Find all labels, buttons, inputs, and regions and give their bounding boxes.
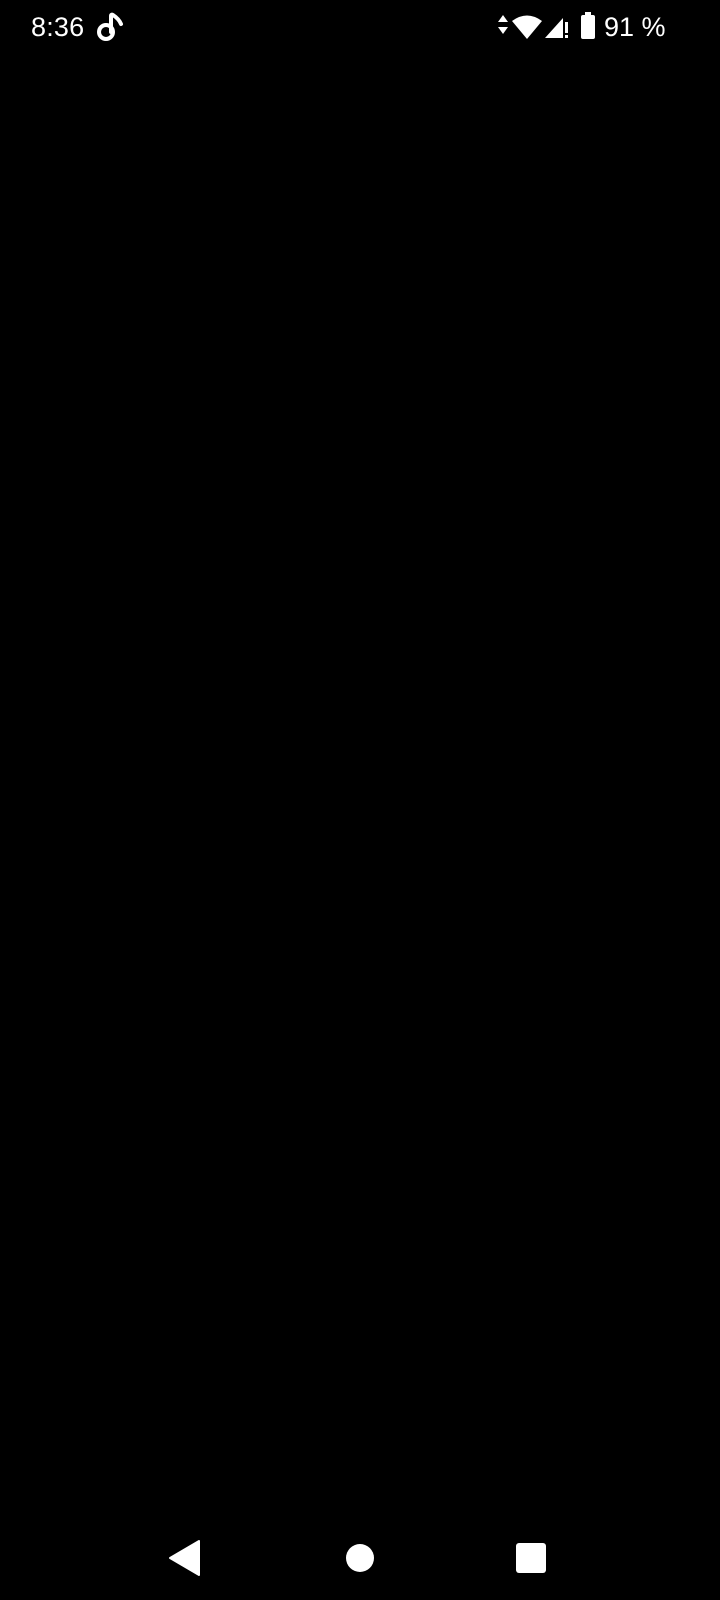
cell-signal-icon xyxy=(545,18,568,38)
status-bar: 8:36 91 % xyxy=(0,0,720,56)
data-transfer-icon xyxy=(498,15,508,34)
navigation-bar xyxy=(0,1516,720,1600)
home-button[interactable] xyxy=(332,1530,388,1586)
battery-percentage: 91 % xyxy=(604,12,666,42)
home-icon xyxy=(346,1544,374,1572)
status-time: 8:36 xyxy=(31,12,85,42)
battery-icon xyxy=(581,12,595,39)
music-note-icon xyxy=(97,12,123,41)
back-icon xyxy=(169,1540,200,1576)
app-content-blank xyxy=(0,56,720,1516)
wifi-icon xyxy=(512,15,542,39)
recents-icon xyxy=(516,1543,546,1573)
back-button[interactable] xyxy=(157,1530,213,1586)
recents-button[interactable] xyxy=(503,1530,559,1586)
